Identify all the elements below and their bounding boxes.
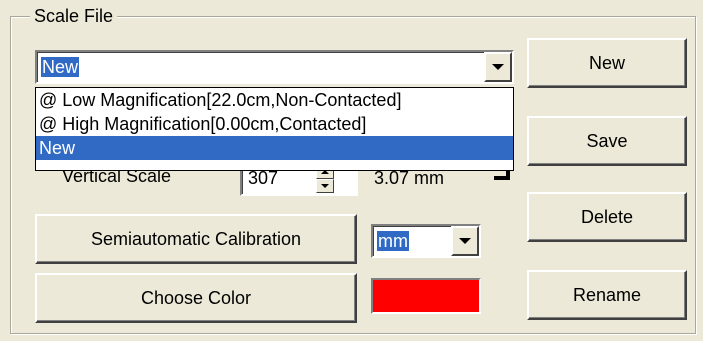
dropdown-option-new[interactable]: New — [36, 136, 513, 160]
color-swatch — [371, 278, 481, 314]
dropdown-option-low-mag[interactable]: @ Low Magnification[22.0cm,Non-Contacted… — [36, 88, 513, 112]
dropdown-option-high-mag[interactable]: @ High Magnification[0.00cm,Contacted] — [36, 112, 513, 136]
unit-dropdown-button[interactable] — [451, 226, 479, 256]
rename-button[interactable]: Rename — [527, 270, 687, 320]
vertical-scale-value: 307 — [248, 168, 279, 188]
scale-file-dropdown-list: @ Low Magnification[22.0cm,Non-Contacted… — [35, 87, 514, 171]
save-button[interactable]: Save — [527, 116, 687, 166]
choose-color-button[interactable]: Choose Color — [35, 273, 357, 323]
scale-file-combo-value: New — [41, 57, 80, 77]
chevron-down-icon — [492, 64, 504, 70]
unit-combo-value: mm — [377, 231, 409, 251]
scale-file-combo[interactable]: New — [35, 50, 514, 84]
semiautomatic-calibration-button[interactable]: Semiautomatic Calibration — [35, 214, 357, 264]
line-marker-icon — [494, 170, 510, 180]
delete-button[interactable]: Delete — [527, 192, 687, 242]
group-title: Scale File — [30, 6, 118, 27]
vertical-scale-mm: 3.07 mm — [374, 168, 445, 188]
scale-file-dropdown-button[interactable] — [484, 52, 512, 82]
chevron-down-icon — [459, 238, 471, 244]
new-button[interactable]: New — [527, 38, 687, 88]
unit-combo[interactable]: mm — [371, 224, 481, 258]
spin-down-icon[interactable] — [316, 179, 334, 193]
